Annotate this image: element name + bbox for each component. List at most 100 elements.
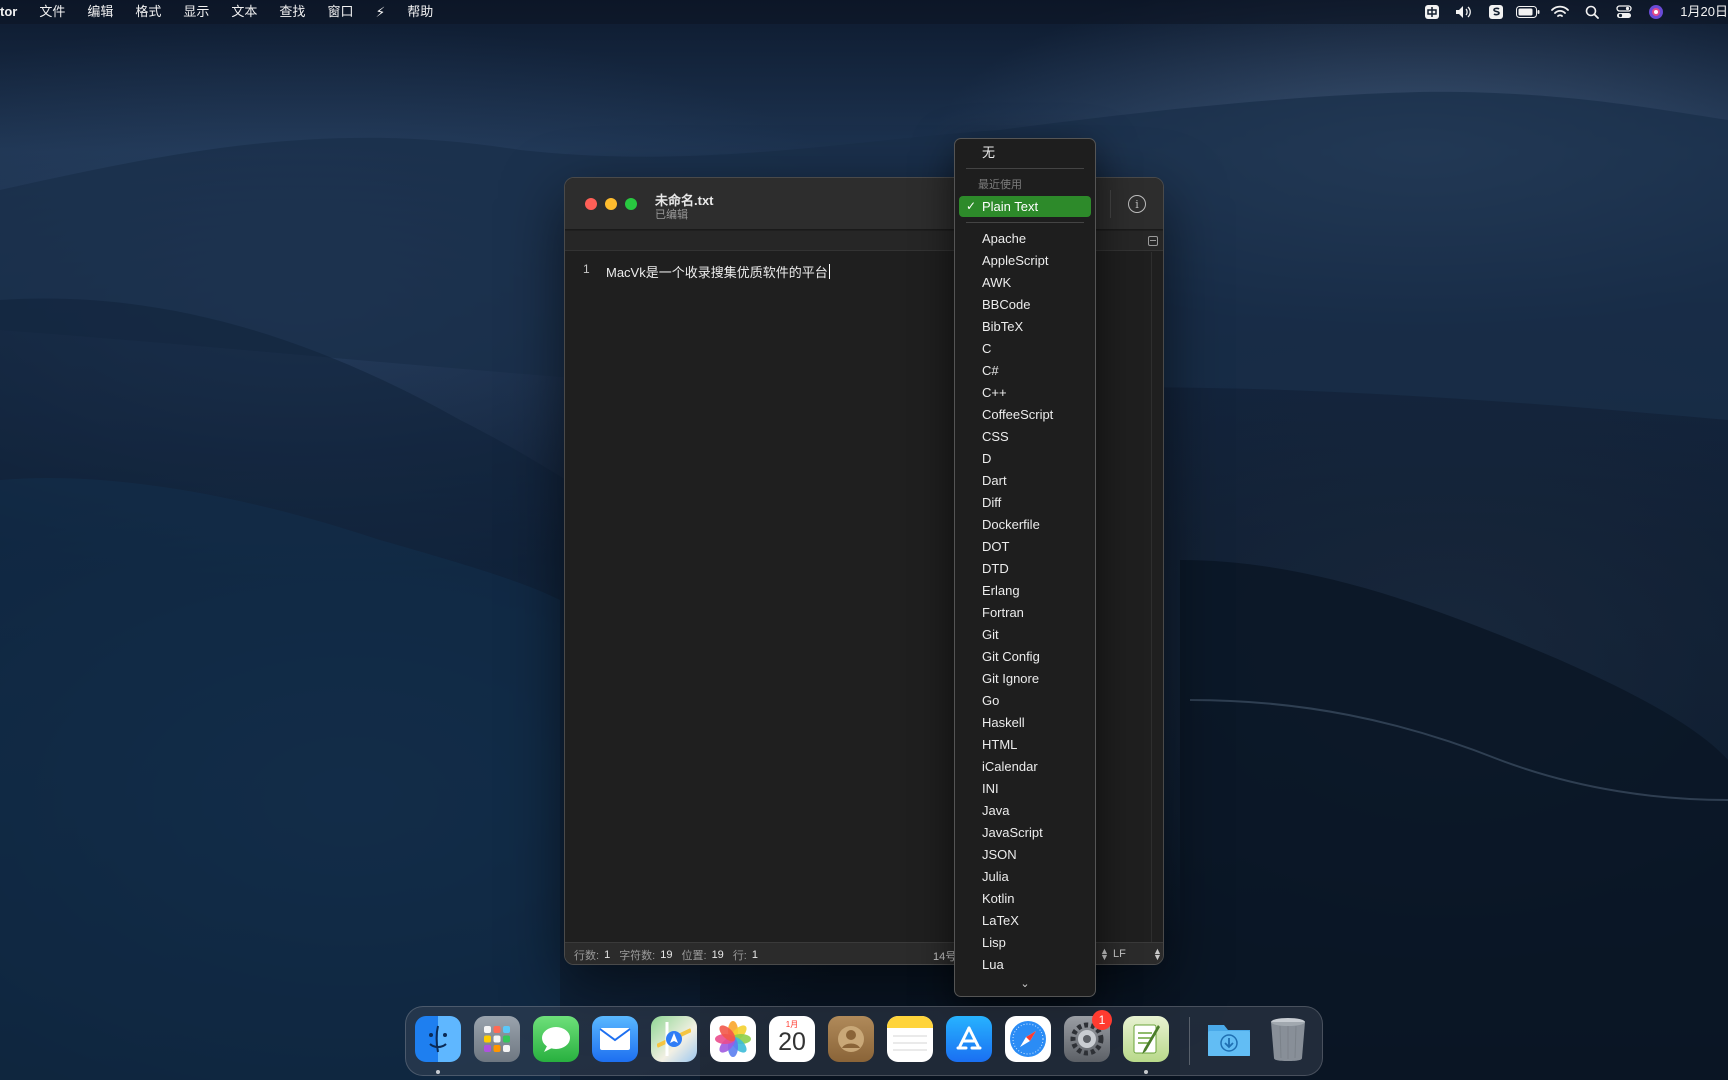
battery-icon[interactable] (1512, 0, 1544, 24)
menu-app-name[interactable]: tor (0, 0, 27, 24)
siri-icon[interactable] (1640, 0, 1672, 24)
calendar-icon[interactable]: 1月 20 (769, 1016, 815, 1062)
syntax-option[interactable]: DOT (959, 537, 1091, 557)
menu-clock[interactable]: 1月20日 (1672, 0, 1728, 24)
app-store-icon[interactable] (946, 1016, 992, 1062)
control-center-icon[interactable] (1608, 0, 1640, 24)
syntax-option[interactable]: Git Ignore (959, 669, 1091, 689)
spotlight-search-icon[interactable] (1576, 0, 1608, 24)
menu-separator (966, 222, 1084, 223)
sync-app-icon[interactable] (1480, 0, 1512, 24)
menu-window[interactable]: 窗口 (315, 0, 363, 24)
font-size-selector[interactable]: 14号 (933, 948, 956, 964)
syntax-option[interactable]: Apache (959, 229, 1091, 249)
syntax-option[interactable]: CoffeeScript (959, 405, 1091, 425)
menu-text[interactable]: 文本 (219, 0, 267, 24)
editor-scrollbar[interactable] (1151, 252, 1152, 942)
contacts-icon[interactable] (828, 1016, 874, 1062)
zoom-button[interactable] (625, 198, 637, 210)
syntax-option[interactable]: C# (959, 361, 1091, 381)
syntax-popup-menu: 无 最近使用 ✓ Plain Text Apache AppleScript AWK… (954, 138, 1096, 997)
input-method-icon[interactable] (1416, 0, 1448, 24)
syntax-option[interactable]: JavaScript (959, 823, 1091, 843)
status-lines-label: 行数: (574, 949, 600, 962)
syntax-option[interactable]: Erlang (959, 581, 1091, 601)
photos-icon[interactable] (710, 1016, 756, 1062)
menu-file[interactable]: 文件 (27, 0, 75, 24)
split-editor-icon[interactable] (1148, 236, 1158, 246)
syntax-option[interactable]: HTML (959, 735, 1091, 755)
syntax-option[interactable]: Julia (959, 867, 1091, 887)
messages-icon[interactable] (533, 1016, 579, 1062)
scroll-more-chevron-icon[interactable]: ⌄ (955, 977, 1095, 990)
syntax-option[interactable]: BBCode (959, 295, 1091, 315)
syntax-option-selected[interactable]: ✓ Plain Text (959, 196, 1091, 217)
minimize-button[interactable] (605, 198, 617, 210)
syntax-option[interactable]: Dart (959, 471, 1091, 491)
syntax-option[interactable]: Git (959, 625, 1091, 645)
checkmark-icon: ✓ (966, 199, 977, 213)
menu-view[interactable]: 显示 (171, 0, 219, 24)
syntax-option[interactable]: Dockerfile (959, 515, 1091, 535)
syntax-option[interactable]: Fortran (959, 603, 1091, 623)
editor-line[interactable]: MacVk是一个收录搜集优质软件的平台 (606, 262, 830, 281)
line-number-gutter (565, 252, 599, 942)
syntax-option[interactable]: iCalendar (959, 757, 1091, 777)
maps-icon[interactable] (651, 1016, 697, 1062)
syntax-option[interactable]: Diff (959, 493, 1091, 513)
status-position-value: 19 (711, 948, 724, 961)
line-ending-chevron-icon[interactable]: ▲ ▼ (1153, 947, 1162, 962)
syntax-option[interactable]: DTD (959, 559, 1091, 579)
volume-icon[interactable] (1448, 0, 1480, 24)
status-chars-value: 19 (660, 948, 673, 961)
syntax-option-selected-label: Plain Text (982, 199, 1039, 214)
syntax-option[interactable]: Java (959, 801, 1091, 821)
syntax-option[interactable]: D (959, 449, 1091, 469)
mail-icon[interactable] (592, 1016, 638, 1062)
syntax-option[interactable]: Lua (959, 955, 1091, 975)
syntax-option[interactable]: Lisp (959, 933, 1091, 953)
trash-icon[interactable] (1265, 1016, 1311, 1062)
downloads-folder-icon[interactable] (1206, 1016, 1252, 1062)
safari-icon[interactable] (1005, 1016, 1051, 1062)
document-status: 已编辑 (655, 209, 688, 221)
calendar-day: 20 (778, 1028, 806, 1056)
syntax-option[interactable]: JSON (959, 845, 1091, 865)
syntax-option-none[interactable]: 无 (959, 143, 1091, 163)
menu-help[interactable]: 帮助 (395, 0, 443, 24)
syntax-option[interactable]: Kotlin (959, 889, 1091, 909)
status-row-value: 1 (751, 948, 758, 961)
menu-edit[interactable]: 编辑 (75, 0, 123, 24)
syntax-option[interactable]: AWK (959, 273, 1091, 293)
finder-running-indicator (436, 1070, 440, 1074)
syntax-option[interactable]: C++ (959, 383, 1091, 403)
toolbar-divider (1110, 190, 1111, 218)
syntax-option[interactable]: INI (959, 779, 1091, 799)
syntax-option[interactable]: BibTeX (959, 317, 1091, 337)
wifi-icon[interactable] (1544, 0, 1576, 24)
menu-script-icon[interactable]: ⚡ (363, 0, 395, 24)
text-caret (828, 264, 830, 279)
syntax-option[interactable]: CSS (959, 427, 1091, 447)
syntax-option[interactable]: LaTeX (959, 911, 1091, 931)
syntax-selector-chevron-icon[interactable]: ▲ ▼ (1100, 947, 1109, 962)
syntax-option[interactable]: C (959, 339, 1091, 359)
status-lines-value: 1 (604, 948, 611, 961)
syntax-option[interactable]: AppleScript (959, 251, 1091, 271)
info-icon[interactable]: i (1128, 195, 1146, 213)
launchpad-icon[interactable] (474, 1016, 520, 1062)
line-number: 1 (583, 262, 590, 276)
menu-format[interactable]: 格式 (123, 0, 171, 24)
recent-header: 最近使用 (978, 179, 1022, 191)
close-button[interactable] (585, 198, 597, 210)
menu-bar: tor 文件 编辑 格式 显示 文本 查找 窗口 ⚡ 帮助 1月20日 (0, 0, 1728, 24)
finder-icon[interactable] (415, 1016, 461, 1062)
syntax-option[interactable]: Haskell (959, 713, 1091, 733)
notes-icon[interactable] (887, 1016, 933, 1062)
syntax-option[interactable]: Git Config (959, 647, 1091, 667)
line-ending-selector[interactable]: LF (1113, 948, 1126, 960)
menu-find[interactable]: 查找 (267, 0, 315, 24)
status-row-label: 行: (732, 949, 747, 962)
syntax-option[interactable]: Go (959, 691, 1091, 711)
coteditor-icon[interactable] (1123, 1016, 1169, 1062)
